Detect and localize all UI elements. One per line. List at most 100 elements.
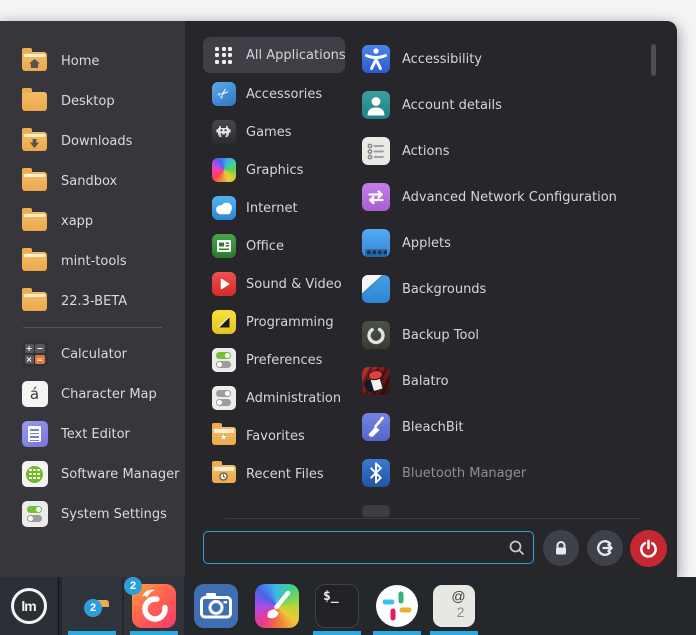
app-label: Advanced Network Configuration — [402, 190, 617, 205]
category-sound-video[interactable]: Sound & Video — [203, 265, 345, 303]
category-all-applications[interactable]: All Applications — [203, 37, 345, 73]
games-icon — [211, 120, 236, 145]
shortcut-software-manager[interactable]: Software Manager — [0, 454, 185, 494]
running-indicator — [68, 631, 116, 635]
lock-icon — [552, 539, 570, 557]
scrollbar-thumb[interactable] — [651, 44, 656, 76]
app-label: Actions — [402, 144, 450, 159]
power-button[interactable] — [630, 530, 667, 567]
taskbar-firefox[interactable]: 2 — [124, 577, 184, 635]
category-games[interactable]: Games — [203, 113, 345, 151]
account-details-icon — [362, 91, 390, 119]
category-programming[interactable]: Programming — [203, 303, 345, 341]
accessories-icon: ✂ — [211, 82, 236, 107]
recent-files-folder-icon — [211, 462, 236, 487]
app-backup-tool[interactable]: Backup Tool — [362, 312, 656, 358]
taskbar-terminal[interactable]: $_ — [307, 577, 367, 635]
category-label: Office — [246, 239, 284, 254]
software-manager-icon — [21, 461, 48, 488]
category-accessories[interactable]: ✂ Accessories — [203, 75, 345, 113]
shortcut-character-map[interactable]: á Character Map — [0, 374, 185, 414]
shortcut-label: System Settings — [61, 507, 167, 522]
taskbar-screenshot[interactable] — [186, 577, 246, 635]
shortcut-text-editor[interactable]: Text Editor — [0, 414, 185, 454]
backgrounds-icon — [362, 275, 390, 303]
category-label: Recent Files — [246, 467, 324, 482]
app-advanced-network-configuration[interactable]: Advanced Network Configuration — [362, 174, 656, 220]
app-label: Account details — [402, 98, 502, 113]
taskbar-characters[interactable]: @ 2 — [424, 577, 484, 635]
terminal-icon: $_ — [315, 584, 359, 628]
sidebar-separator — [23, 327, 162, 328]
category-administration[interactable]: Administration — [203, 379, 345, 417]
app-bluetooth-manager[interactable]: Bluetooth Manager — [362, 450, 656, 496]
app-applets[interactable]: Applets — [362, 220, 656, 266]
category-office[interactable]: Office — [203, 227, 345, 265]
internet-icon — [211, 196, 236, 221]
place-label: Home — [61, 54, 99, 69]
category-preferences[interactable]: Preferences — [203, 341, 345, 379]
desktop-background: Home Desktop Downloads Sandbox x — [0, 0, 696, 635]
taskbar-drawing[interactable] — [247, 577, 307, 635]
running-indicator — [373, 631, 421, 635]
folder-icon — [21, 168, 48, 195]
notification-badge: 2 — [124, 577, 142, 595]
at-symbol-icon: @ 2 — [433, 585, 475, 627]
app-account-details[interactable]: Account details — [362, 82, 656, 128]
shortcut-label: Software Manager — [61, 467, 179, 482]
category-label: All Applications — [246, 48, 346, 63]
app-backgrounds[interactable]: Backgrounds — [362, 266, 656, 312]
bottom-panel: lm 2 2 — [0, 577, 696, 635]
taskbar-slack[interactable] — [367, 577, 427, 635]
folder-icon — [21, 248, 48, 275]
place-home[interactable]: Home — [0, 41, 185, 81]
category-label: Programming — [246, 315, 334, 330]
place-label: Sandbox — [61, 174, 117, 189]
place-22-3-beta[interactable]: 22.3-BETA — [0, 281, 185, 321]
running-indicator — [313, 631, 361, 635]
place-desktop[interactable]: Desktop — [0, 81, 185, 121]
logout-icon — [595, 538, 615, 558]
app-label: Accessibility — [402, 52, 482, 67]
category-label: Graphics — [246, 163, 303, 178]
logout-button[interactable] — [587, 530, 623, 566]
place-label: mint-tools — [61, 254, 127, 269]
paintbrush-icon — [255, 584, 299, 628]
place-xapp[interactable]: xapp — [0, 201, 185, 241]
search-input[interactable] — [203, 531, 534, 564]
system-settings-icon — [21, 501, 48, 528]
app-balatro[interactable]: Balatro — [362, 358, 656, 404]
place-sandbox[interactable]: Sandbox — [0, 161, 185, 201]
place-mint-tools[interactable]: mint-tools — [0, 241, 185, 281]
favorites-folder-icon: ★ — [211, 424, 236, 449]
application-list: Accessibility Account details — [362, 36, 656, 496]
backup-tool-icon — [362, 321, 390, 349]
slack-icon — [376, 585, 418, 627]
linux-mint-logo: lm — [11, 588, 47, 624]
menu-button[interactable]: lm — [0, 577, 57, 635]
calculator-icon: +−×= — [21, 341, 48, 368]
category-internet[interactable]: Internet — [203, 189, 345, 227]
app-actions[interactable]: Actions — [362, 128, 656, 174]
panel-separator — [58, 577, 59, 635]
shortcut-label: Text Editor — [61, 427, 130, 442]
place-label: xapp — [61, 214, 93, 229]
place-label: Desktop — [61, 94, 115, 109]
category-favorites[interactable]: ★ Favorites — [203, 417, 345, 455]
shortcut-calculator[interactable]: +−×= Calculator — [0, 334, 185, 374]
app-accessibility[interactable]: Accessibility — [362, 36, 656, 82]
category-label: Preferences — [246, 353, 322, 368]
place-label: 22.3-BETA — [61, 294, 127, 309]
place-downloads[interactable]: Downloads — [0, 121, 185, 161]
app-bleachbit[interactable]: BleachBit — [362, 404, 656, 450]
lock-button[interactable] — [543, 530, 579, 566]
shortcut-label: Calculator — [61, 347, 127, 362]
preferences-icon — [211, 348, 236, 373]
cinnamon-menu-popup: Home Desktop Downloads Sandbox x — [0, 21, 677, 577]
category-recent-files[interactable]: Recent Files — [203, 455, 345, 493]
taskbar-files[interactable]: 2 — [62, 577, 122, 635]
category-graphics[interactable]: Graphics — [203, 151, 345, 189]
menu-sidebar: Home Desktop Downloads Sandbox x — [0, 21, 185, 577]
shortcut-system-settings[interactable]: System Settings — [0, 494, 185, 534]
folder-icon — [21, 288, 48, 315]
